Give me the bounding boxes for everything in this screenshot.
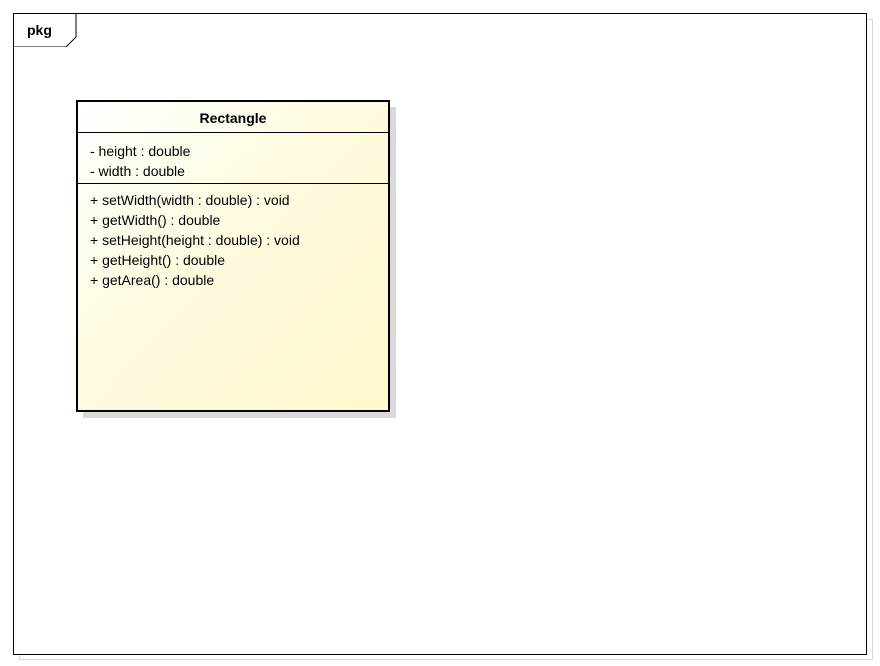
attribute-item[interactable]: - height : double: [90, 141, 388, 161]
operation-item[interactable]: + setHeight(height : double) : void: [90, 230, 388, 250]
package-label: pkg: [27, 22, 52, 38]
diagram-canvas: pkg Rectangle - height : double - width …: [0, 0, 880, 666]
operation-item[interactable]: + getWidth() : double: [90, 210, 388, 230]
class-rectangle[interactable]: Rectangle - height : double - width : do…: [76, 100, 390, 412]
operations-compartment: + setWidth(width : double) : void + getW…: [78, 184, 388, 290]
attributes-compartment: - height : double - width : double: [78, 133, 388, 184]
operation-item[interactable]: + getArea() : double: [90, 270, 388, 290]
class-name: Rectangle: [78, 102, 388, 133]
operation-item[interactable]: + getHeight() : double: [90, 250, 388, 270]
attribute-item[interactable]: - width : double: [90, 161, 388, 181]
operation-item[interactable]: + setWidth(width : double) : void: [90, 190, 388, 210]
